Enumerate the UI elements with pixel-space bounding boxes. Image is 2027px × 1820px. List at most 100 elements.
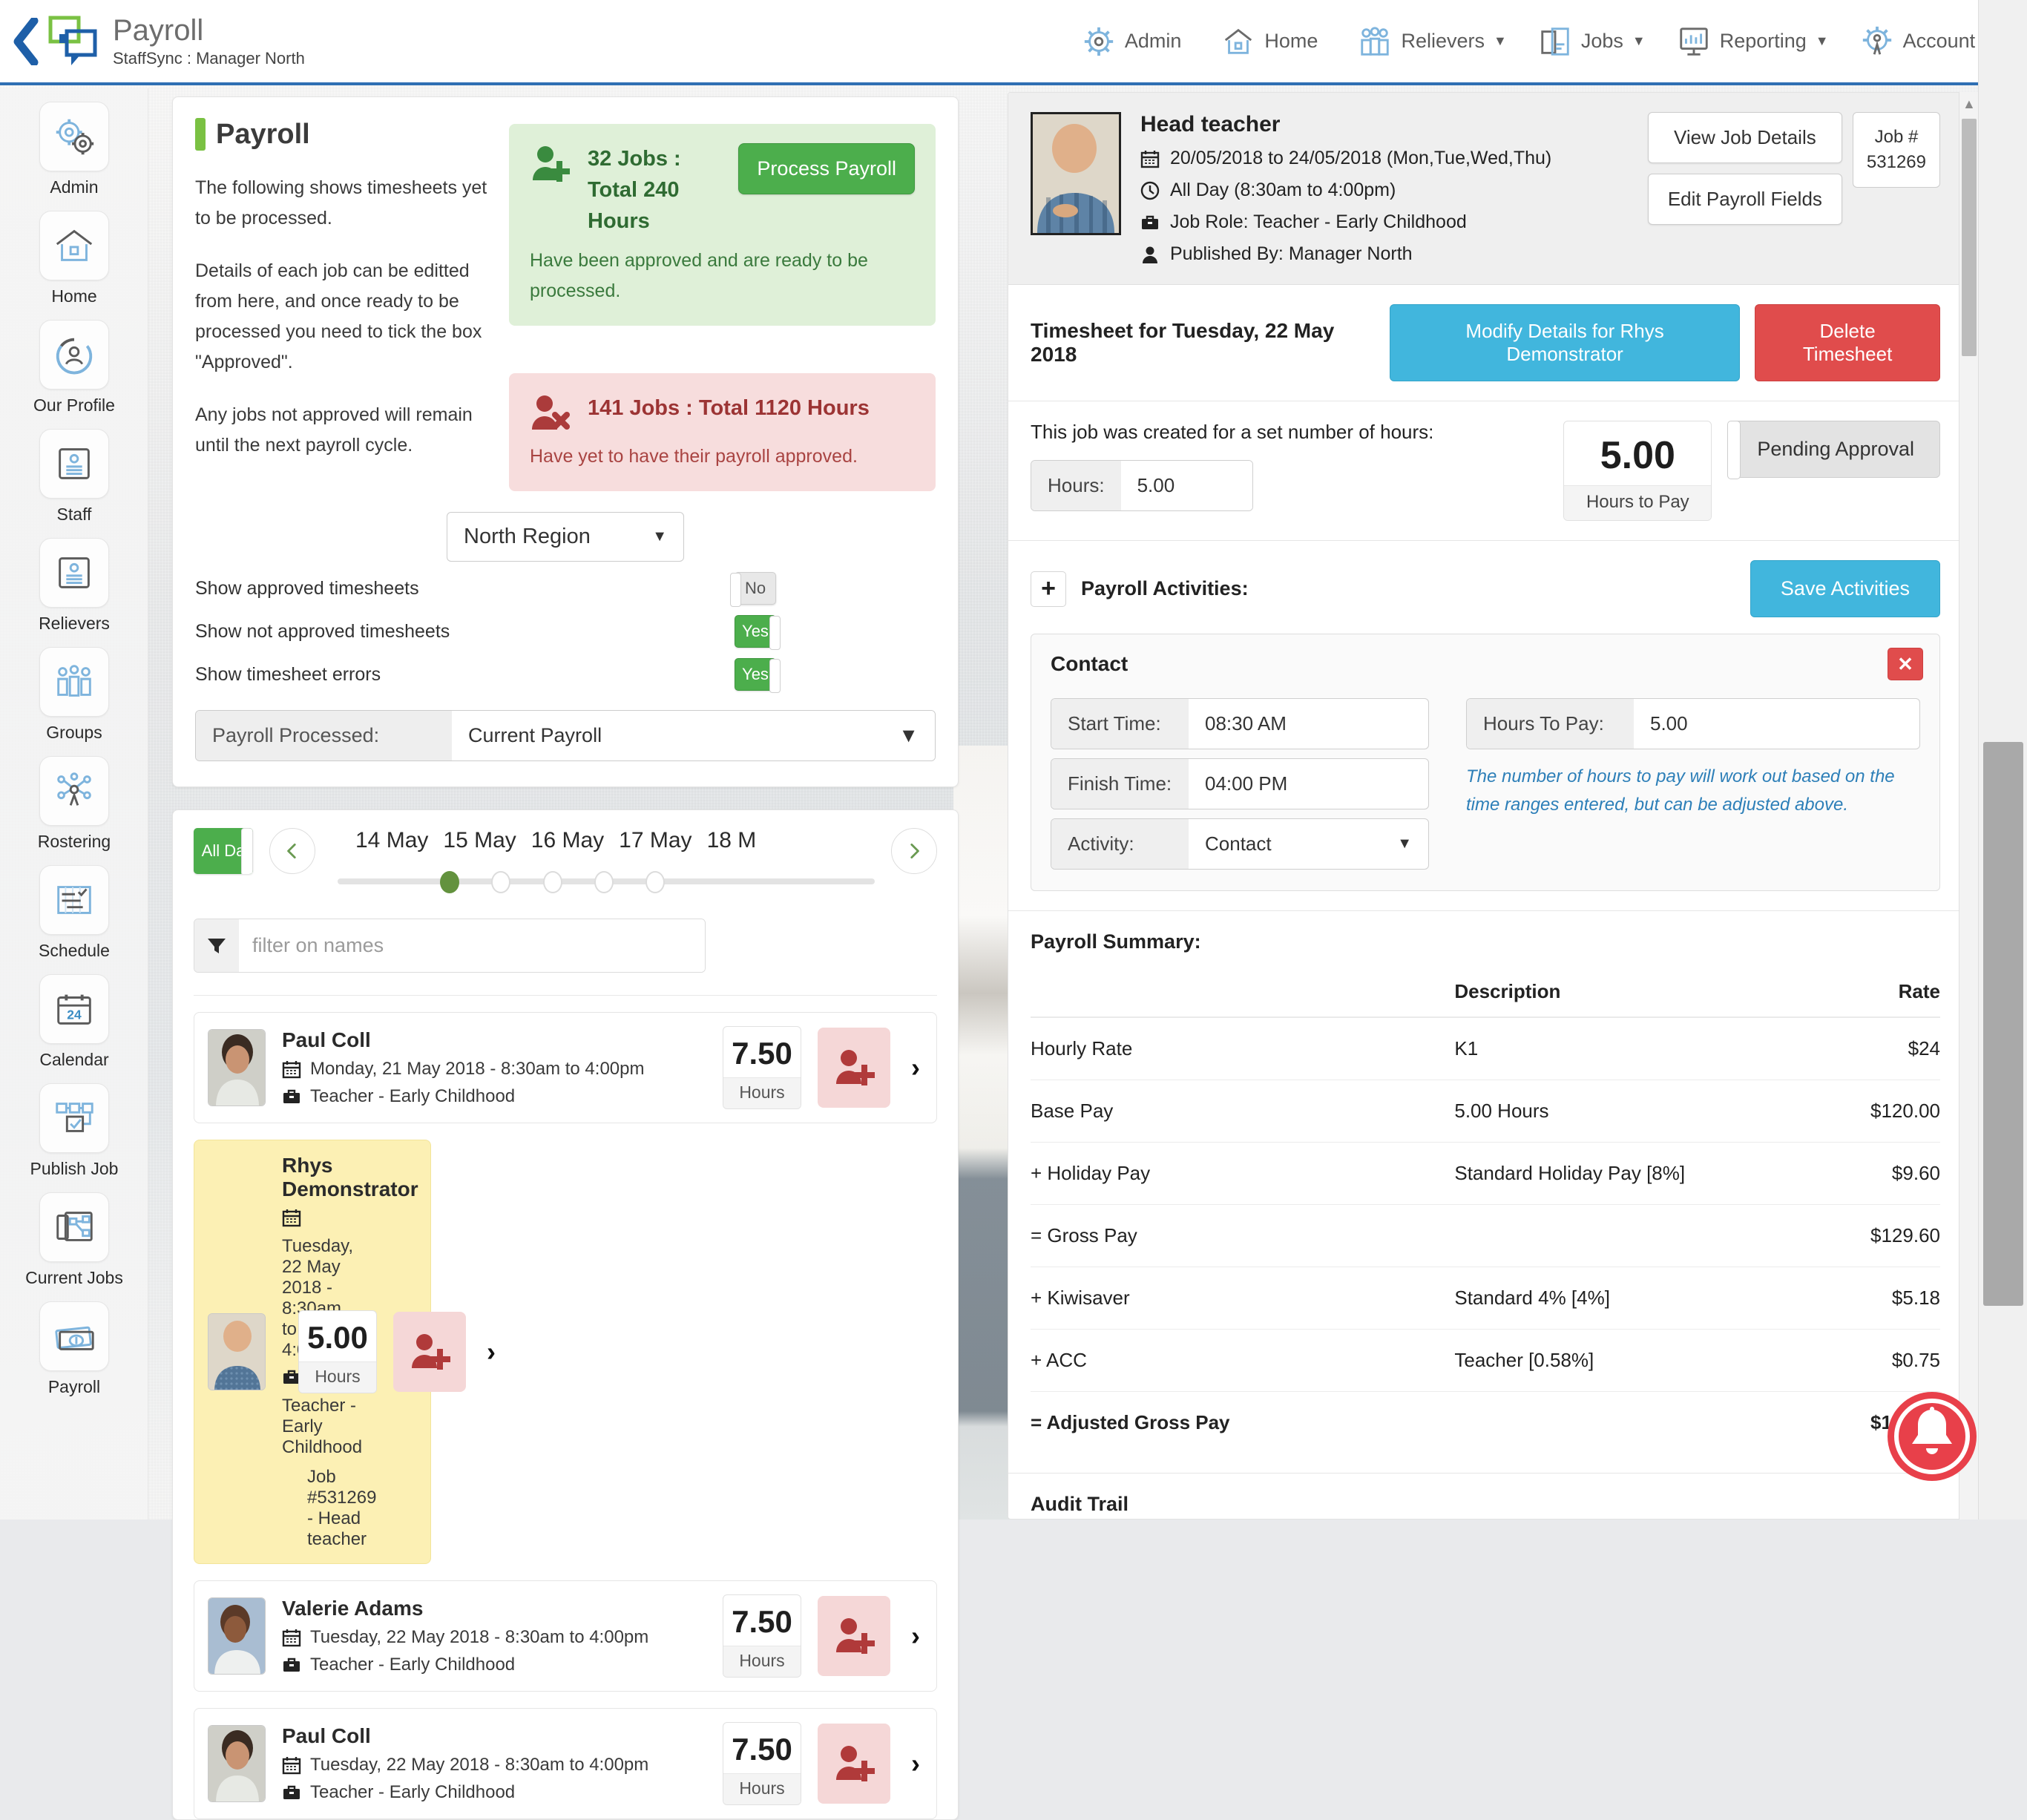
reliever-name: Paul Coll — [282, 1724, 706, 1748]
start-time-group: Start Time: 08:30 AM — [1051, 698, 1429, 749]
slider-knob-active[interactable] — [440, 871, 459, 893]
approval-status-toggle[interactable]: Pending Approval — [1731, 421, 1940, 478]
activity-card-title: Contact — [1051, 652, 1920, 676]
modify-details-button[interactable]: Modify Details for Rhys Demonstrator — [1390, 304, 1740, 381]
panel-scrollbar[interactable]: ▲ — [1959, 92, 1978, 1520]
slider-knob[interactable] — [543, 871, 562, 893]
table-row[interactable]: Valerie Adams Tuesday, 22 May 2018 - 8:3… — [194, 1580, 937, 1692]
summary-item: Base Pay — [1031, 1080, 1313, 1143]
table-row: Hourly Rate K1 $24 — [1031, 1017, 1940, 1080]
page-scrollbar[interactable] — [1978, 0, 2027, 1520]
scroll-up-arrow-icon[interactable]: ▲ — [1962, 96, 1976, 112]
assign-reliever-button[interactable] — [393, 1312, 466, 1392]
show-approved-timesheets-toggle[interactable]: No — [735, 572, 776, 605]
row-expand-icon[interactable]: › — [907, 1748, 920, 1779]
next-week-button[interactable] — [891, 828, 937, 874]
nav-item-account[interactable]: Account ▼ — [1860, 24, 1997, 59]
person-icon — [1140, 245, 1160, 264]
gear-icon — [1082, 24, 1116, 59]
all-days-toggle[interactable]: All Da — [194, 828, 253, 874]
person-plus-icon — [833, 1047, 875, 1088]
nav-item-reporting[interactable]: Reporting ▼ — [1677, 24, 1829, 59]
icon-tile — [39, 1083, 109, 1153]
table-row: = Gross Pay $129.60 — [1031, 1205, 1940, 1267]
hours-to-pay-display: 5.00 Hours to Pay — [1563, 421, 1712, 521]
sidebar-item-admin[interactable]: Admin — [0, 88, 148, 197]
sidebar-item-relievers[interactable]: Relievers — [0, 525, 148, 634]
start-time-value[interactable]: 08:30 AM — [1189, 699, 1428, 749]
scrollbar-thumb[interactable] — [1962, 119, 1977, 356]
nav-item-relievers[interactable]: Relievers ▼ — [1358, 24, 1506, 59]
briefcase-icon — [1140, 213, 1160, 232]
back-chevron-icon[interactable] — [10, 18, 40, 65]
slider-knob[interactable] — [491, 871, 510, 893]
summary-rate: $9.60 — [1842, 1143, 1941, 1205]
profile-circle-icon — [51, 332, 97, 378]
activity-hours-to-pay-value[interactable]: 5.00 — [1634, 699, 1919, 749]
edit-payroll-fields-button[interactable]: Edit Payroll Fields — [1648, 174, 1842, 225]
person-plus-icon — [833, 1615, 875, 1657]
view-job-details-button[interactable]: View Job Details — [1648, 112, 1842, 163]
prev-week-button[interactable] — [269, 828, 315, 874]
sidebar-item-rostering[interactable]: Rostering — [0, 743, 148, 852]
activity-select-group: Activity: Contact ▼ — [1051, 818, 1429, 870]
sidebar-item-calendar[interactable]: 24 Calendar — [0, 961, 148, 1070]
sidebar-item-our-profile[interactable]: Our Profile — [0, 306, 148, 415]
row-expand-icon[interactable]: › — [482, 1336, 496, 1367]
process-payroll-button[interactable]: Process Payroll — [738, 143, 915, 194]
sidebar-item-label: Relievers — [39, 614, 110, 634]
payroll-processed-select[interactable]: Current Payroll ▼ — [452, 711, 935, 760]
nav-item-admin[interactable]: Admin — [1082, 24, 1191, 59]
search-input[interactable] — [239, 919, 705, 972]
assign-reliever-button[interactable] — [818, 1724, 890, 1804]
date-slider[interactable]: 14 May 15 May 16 May 17 May 18 M — [332, 828, 875, 902]
row-expand-icon[interactable]: › — [907, 1620, 920, 1652]
sidebar-item-staff[interactable]: Staff — [0, 415, 148, 525]
show-not-approved-timesheets-toggle[interactable]: Yes — [735, 615, 776, 648]
briefcase-icon — [282, 1783, 301, 1802]
nav-caret: ▼ — [1632, 33, 1646, 49]
payroll-processed-label: Payroll Processed: — [196, 711, 452, 760]
delete-timesheet-button[interactable]: Delete Timesheet — [1755, 304, 1940, 381]
timesheet-list-card: All Da 14 May 15 May 16 May 17 May 18 M — [172, 809, 959, 1820]
nav-item-home[interactable]: Home — [1221, 24, 1327, 59]
sidebar-item-groups[interactable]: Groups — [0, 634, 148, 743]
row-expand-icon[interactable]: › — [907, 1052, 920, 1083]
table-row[interactable]: Paul Coll Tuesday, 22 May 2018 - 8:30am … — [194, 1708, 937, 1819]
finish-time-value[interactable]: 04:00 PM — [1189, 759, 1428, 809]
table-row[interactable]: Rhys Demonstrator Tuesday, 22 May 2018 -… — [194, 1140, 431, 1564]
sidebar-item-publish-job[interactable]: Publish Job — [0, 1070, 148, 1179]
scrollbar-thumb[interactable] — [1983, 742, 2023, 1306]
job-role: Job Role: Teacher - Early Childhood — [1170, 211, 1467, 233]
close-icon[interactable]: ✕ — [1888, 648, 1923, 680]
assign-reliever-button[interactable] — [818, 1028, 890, 1108]
hours-input-value[interactable]: 5.00 — [1121, 461, 1252, 510]
slider-knob[interactable] — [594, 871, 614, 893]
summary-description: Standard 4% [4%] — [1313, 1267, 1841, 1330]
table-row: + Holiday Pay Standard Holiday Pay [8%] … — [1031, 1143, 1940, 1205]
job-dates: 20/05/2018 to 24/05/2018 (Mon,Tue,Wed,Th… — [1170, 148, 1551, 169]
filter-button[interactable] — [194, 919, 239, 972]
sidebar-item-schedule[interactable]: Schedule — [0, 852, 148, 961]
avatar — [208, 1313, 266, 1390]
pending-alert-title: 141 Jobs : Total 1120 Hours — [588, 392, 870, 424]
sidebar-item-home[interactable]: Home — [0, 197, 148, 306]
hours-display: 7.50 Hours — [723, 1594, 801, 1678]
table-row[interactable]: Paul Coll Monday, 21 May 2018 - 8:30am t… — [194, 1012, 937, 1123]
show-timesheet-errors-toggle[interactable]: Yes — [735, 658, 776, 691]
nav-caret: ▼ — [1816, 33, 1829, 49]
slider-knob[interactable] — [645, 871, 665, 893]
approved-alert-subtitle: Have been approved and are ready to be p… — [530, 246, 915, 306]
save-activities-button[interactable]: Save Activities — [1750, 560, 1940, 617]
nav-item-jobs[interactable]: Jobs ▼ — [1538, 24, 1646, 59]
add-activity-button[interactable]: + — [1031, 571, 1066, 607]
sidebar-item-payroll[interactable]: Payroll — [0, 1288, 148, 1397]
payroll-processed-group: Payroll Processed: Current Payroll ▼ — [195, 710, 936, 761]
notification-bell-button[interactable] — [1885, 1389, 1980, 1484]
left-content-column: Payroll The following shows timesheets y… — [172, 96, 959, 1820]
region-select[interactable]: North Region ▼ — [447, 512, 684, 562]
summary-description: 5.00 Hours — [1313, 1080, 1841, 1143]
activity-select[interactable]: Contact ▼ — [1189, 819, 1428, 869]
assign-reliever-button[interactable] — [818, 1596, 890, 1676]
sidebar-item-current-jobs[interactable]: Current Jobs — [0, 1179, 148, 1288]
